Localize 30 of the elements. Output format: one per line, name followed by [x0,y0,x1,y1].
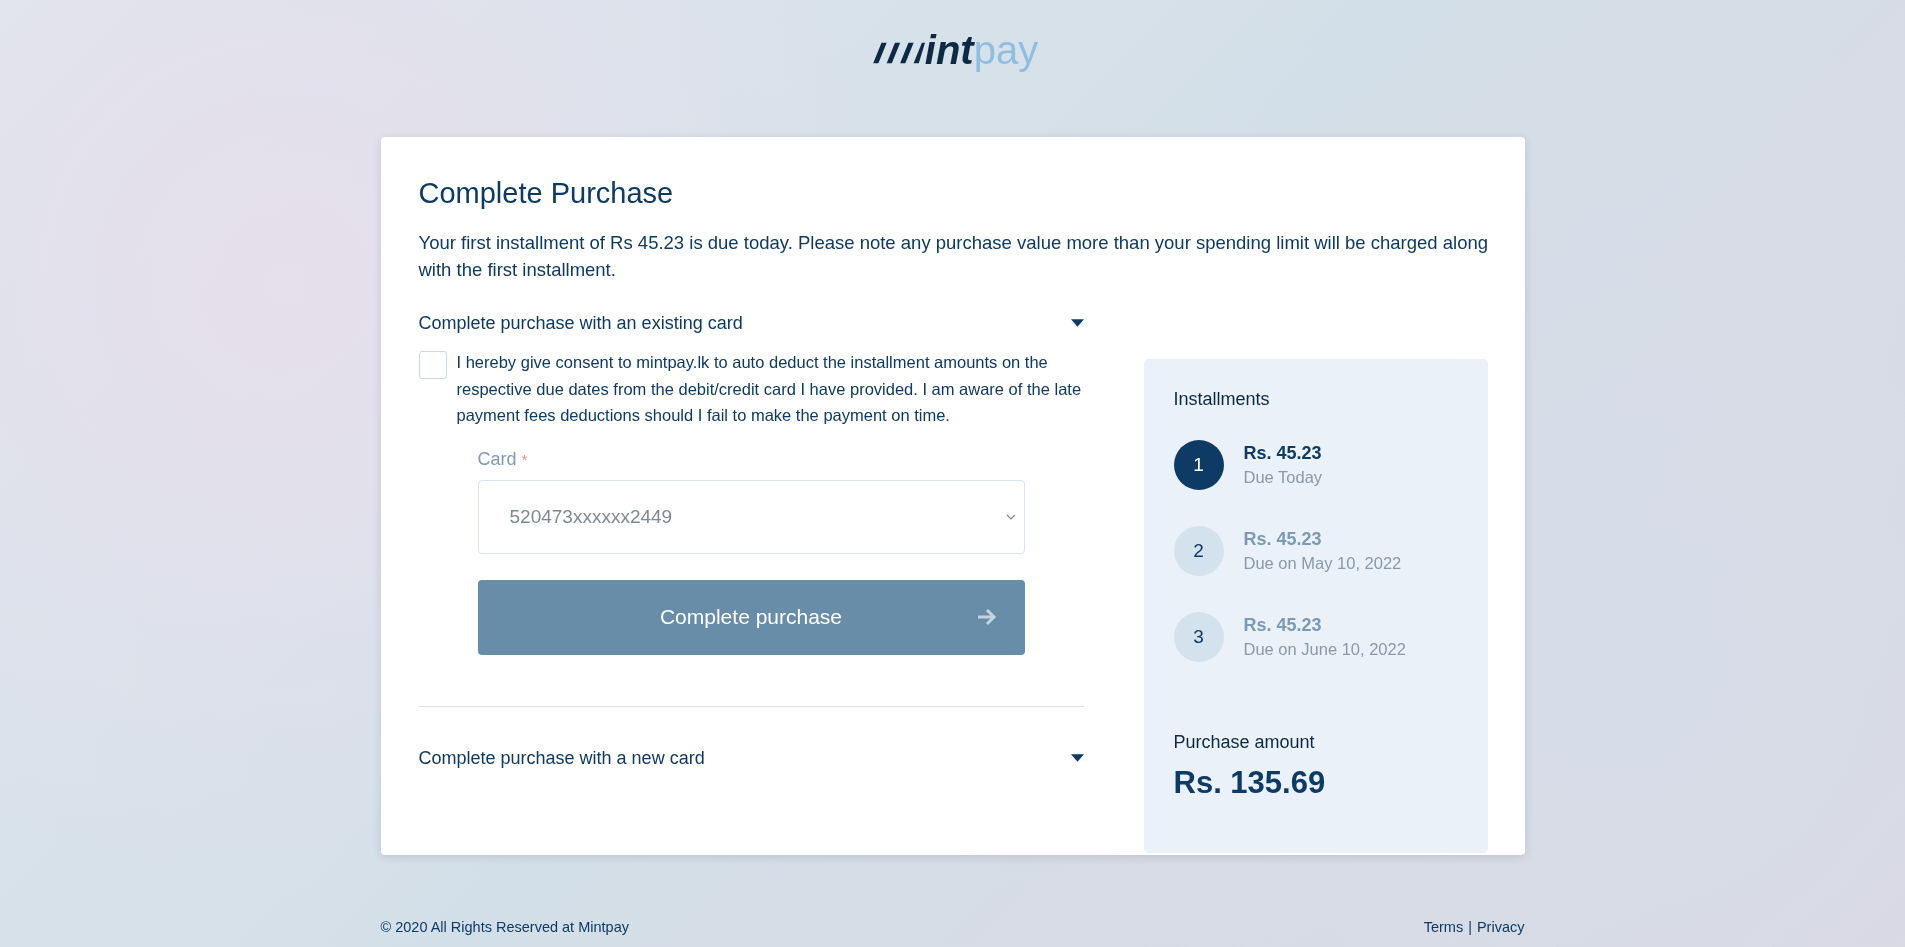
caret-icon [1070,754,1084,763]
separator: | [1468,919,1472,935]
copyright-text: © 2020 All Rights Reserved at Mintpay [380,919,629,935]
required-mark: * [521,450,528,468]
consent-checkbox[interactable] [418,351,447,379]
due-date: Due Today [1243,468,1323,487]
total-label: Purchase amount [1173,732,1316,753]
due-date: Due on May 10, 2022 [1243,554,1402,573]
total-amount: Rs. 135.69 [1173,765,1327,801]
notice-text: Your first installment of Rs 45.23 is due today. Please note any purchase value more than your spending limit will be charged along with the first installment. [418,231,1489,282]
card-title: Complete Purchase [418,176,675,211]
chevron-icon [1005,513,1016,520]
installment-amount: Rs. 45.23 [1243,443,1323,464]
step-number: 2 [1173,526,1224,576]
step-number: 3 [1173,612,1224,662]
consent-text: I hereby give consent to mintpay.lk to auto deduct the installment amounts on the respective due dates from the debit/credit card I have provided. I am aware of the late payment fees deductions should I fail to make the payment on time. [456,352,1083,426]
installment-amount: Rs. 45.23 [1243,615,1323,636]
logo-text: int [924,28,974,72]
installment-amount: Rs. 45.23 [1243,529,1323,550]
footer-link[interactable]: Terms [1423,919,1464,935]
arrow-icon [976,607,997,626]
accordion-header[interactable]: Complete purchase with an existing card [418,309,1084,337]
step-number: 1 [1173,440,1224,490]
field-label: Card [477,448,517,469]
caret-icon [1070,318,1084,328]
panel-title: Installments [1173,389,1271,410]
due-date: Due on June 10, 2022 [1243,640,1406,659]
card-select[interactable]: 520473xxxxxx2449 [477,479,1025,554]
footer-link[interactable]: Privacy [1476,919,1525,935]
accordion-header[interactable]: Complete purchase with a new card [418,744,1084,773]
